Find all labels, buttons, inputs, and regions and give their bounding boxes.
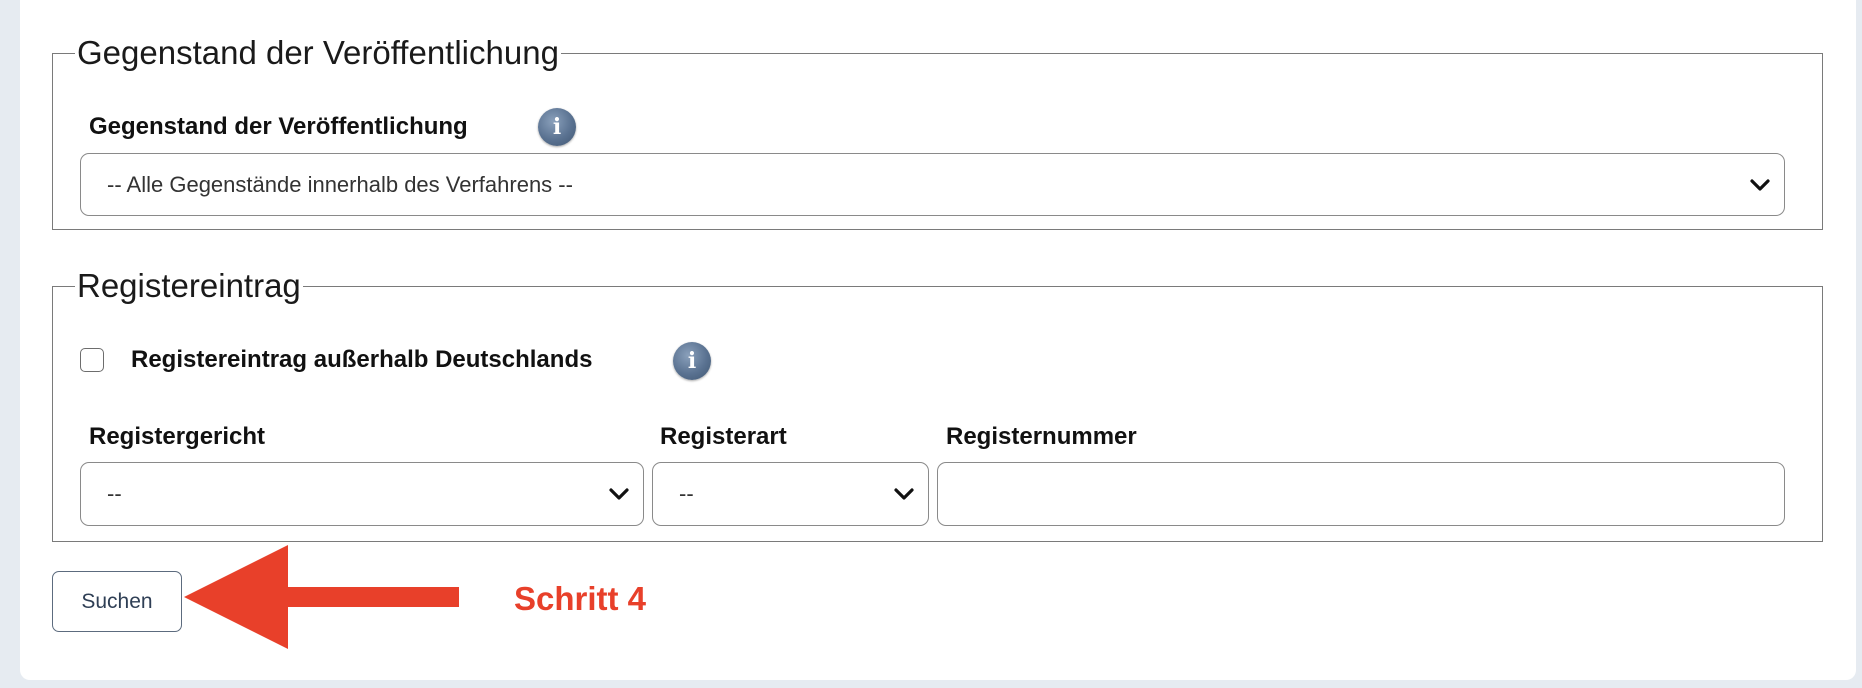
register-court-label: Registergericht (89, 423, 266, 450)
foreign-register-label: Registereintrag außerhalb Deutschlands (131, 346, 593, 373)
register-type-label: Registerart (660, 423, 787, 450)
register-type-select[interactable]: -- (652, 462, 929, 526)
chevron-down-icon (894, 488, 914, 500)
step-annotation: Schritt 4 (514, 580, 647, 617)
register-number-input[interactable] (937, 462, 1785, 526)
register-court-value: -- (107, 481, 122, 506)
register-legend: Registereintrag (77, 267, 301, 304)
search-button[interactable]: Suchen (52, 571, 182, 632)
arrow-left-icon (184, 545, 459, 649)
subject-select[interactable]: -- Alle Gegenstände innerhalb des Verfah… (80, 153, 1785, 216)
subject-field-label: Gegenstand der Veröffentlichung (89, 113, 468, 140)
foreign-register-checkbox[interactable] (80, 348, 104, 372)
search-button-label: Suchen (81, 589, 153, 613)
register-number-label: Registernummer (946, 423, 1137, 450)
chevron-down-icon (1750, 178, 1770, 191)
info-icon[interactable]: i (538, 108, 576, 146)
info-icon[interactable]: i (673, 342, 711, 380)
register-court-select[interactable]: -- (80, 462, 644, 526)
chevron-down-icon (609, 488, 629, 500)
register-type-value: -- (679, 481, 694, 506)
subject-legend: Gegenstand der Veröffentlichung (77, 34, 559, 71)
subject-select-value: -- Alle Gegenstände innerhalb des Verfah… (107, 171, 573, 197)
